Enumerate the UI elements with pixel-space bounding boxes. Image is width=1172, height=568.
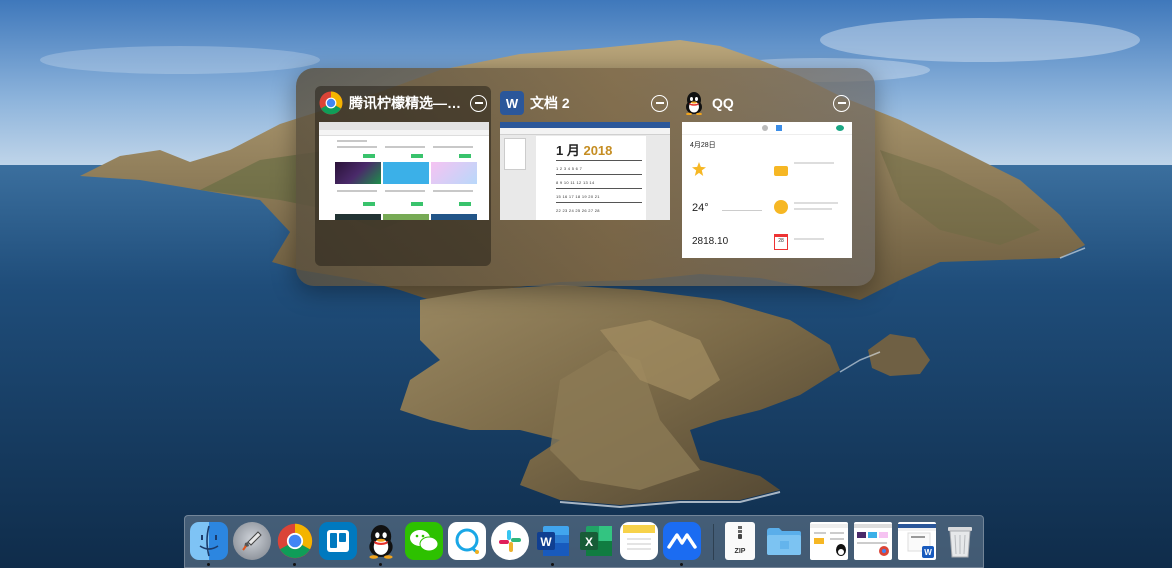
minimized-qq-window-icon — [810, 524, 848, 556]
tencent-meeting-icon — [667, 533, 697, 549]
desktop: 腾讯柠檬精选——... W 文档 2 1 月 2018 1 2 3 4 5 6 … — [0, 0, 1172, 568]
folder-icon — [767, 528, 801, 555]
dock-meeting-bubble[interactable] — [448, 522, 486, 560]
close-window-button[interactable] — [651, 94, 668, 112]
window-thumbnail-qq: 4月28日 24° 2818.10 28 — [682, 122, 852, 258]
window-title: 文档 2 — [530, 95, 570, 111]
excel-icon: X — [580, 526, 612, 556]
word-icon: W — [537, 526, 569, 556]
launchpad-rocket-icon — [242, 531, 262, 551]
meeting-bubble-icon — [455, 528, 479, 555]
chrome-icon — [319, 91, 343, 115]
window-thumbnail-chrome — [319, 122, 489, 220]
qq-icon — [369, 525, 393, 559]
window-card-header: 腾讯柠檬精选——... — [319, 91, 487, 115]
trash-icon — [948, 527, 972, 558]
calendar-heading: 1 月 2018 — [556, 143, 613, 158]
dock-minimized-chrome-window[interactable] — [854, 522, 892, 560]
svg-text:X: X — [585, 535, 593, 549]
dock-minimized-word-window[interactable]: W — [898, 522, 936, 560]
trello-icon — [327, 530, 349, 552]
window-card-header: QQ — [682, 91, 850, 115]
notes-icon — [623, 525, 655, 550]
dock-wechat[interactable] — [405, 522, 443, 560]
dock-zip-archive[interactable]: ZIP — [725, 522, 755, 560]
dock-qq[interactable] — [362, 522, 400, 560]
word-icon: W — [500, 91, 524, 115]
dock-minimized-qq-window[interactable] — [810, 522, 848, 560]
dock-trello[interactable] — [319, 522, 357, 560]
dock-separator — [713, 524, 714, 560]
dock-notes[interactable] — [620, 522, 658, 560]
window-card-word[interactable]: W 文档 2 1 月 2018 1 2 3 4 5 6 7 8 9 10 11 … — [496, 86, 672, 266]
dock-word[interactable]: W — [534, 522, 572, 560]
close-window-button[interactable] — [470, 94, 487, 112]
dock-trash[interactable] — [941, 522, 979, 560]
minimized-word-window-icon: W — [898, 524, 936, 558]
dock-chrome[interactable] — [276, 522, 314, 560]
window-title: QQ — [712, 95, 734, 111]
dock: W X ZIP W — [184, 515, 984, 568]
finder-icon — [199, 525, 219, 557]
window-card-qq[interactable]: QQ 4月28日 24° 2818.10 28 — [678, 86, 854, 266]
dock-slack[interactable] — [491, 522, 529, 560]
window-card-header: W 文档 2 — [500, 91, 668, 115]
dock-finder[interactable] — [190, 522, 228, 560]
dock-excel[interactable]: X — [577, 522, 615, 560]
zip-file-icon — [738, 526, 742, 539]
chrome-icon — [277, 523, 313, 559]
window-thumbnail-word: 1 月 2018 1 2 3 4 5 6 7 8 9 10 11 12 13 1… — [500, 122, 670, 220]
wechat-icon — [410, 530, 439, 552]
dock-folder[interactable] — [765, 522, 803, 560]
app-switcher-panel: 腾讯柠檬精选——... W 文档 2 1 月 2018 1 2 3 4 5 6 … — [296, 68, 875, 286]
dock-tencent-meeting[interactable] — [663, 522, 701, 560]
close-window-button[interactable] — [833, 94, 850, 112]
svg-text:W: W — [540, 535, 552, 549]
minimized-chrome-window-icon — [854, 524, 892, 556]
svg-text:W: W — [924, 548, 932, 557]
slack-icon — [499, 530, 521, 552]
window-title: 腾讯柠檬精选——... — [349, 95, 470, 111]
window-card-chrome[interactable]: 腾讯柠檬精选——... — [315, 86, 491, 266]
qq-icon — [682, 91, 706, 115]
dock-launchpad[interactable] — [233, 522, 271, 560]
